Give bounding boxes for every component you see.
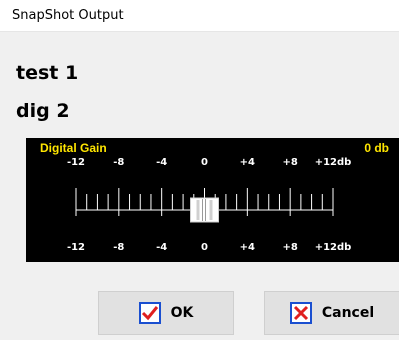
ok-button[interactable]: OK: [98, 291, 234, 335]
gain-slider[interactable]: [190, 197, 219, 223]
scale-label: 0: [201, 242, 208, 253]
check-icon: [138, 302, 161, 324]
cancel-label: Cancel: [321, 305, 375, 321]
scale-label: -4: [156, 157, 167, 168]
scale-label: +8: [282, 157, 297, 168]
window-title: SnapShot Output: [12, 8, 124, 23]
snapshot-label-2: dig 2: [16, 100, 70, 122]
scale-label: +12db: [315, 157, 352, 168]
scale-label: +8: [282, 242, 297, 253]
gain-scale: -12 -8 -4 0 +4 +8 +12db -12 -8 -4 0 +4 +8 +12db: [67, 157, 351, 253]
scale-label: +4: [240, 157, 255, 168]
scale-label: +4: [240, 242, 255, 253]
snapshot-output-window: SnapShot Output test 1 dig 2 Digital Gai…: [0, 0, 399, 340]
snapshot-label-1: test 1: [16, 62, 79, 84]
ok-label: OK: [170, 305, 194, 321]
scale-label: -8: [113, 157, 124, 168]
button-bar: OK Cancel: [0, 275, 399, 340]
scale-labels-top: -12 -8 -4 0 +4 +8 +12db: [67, 157, 351, 168]
scale-label: +12db: [315, 242, 352, 253]
scale-label: 0: [201, 157, 208, 168]
scale-labels-bottom: -12 -8 -4 0 +4 +8 +12db: [67, 242, 351, 253]
title-bar[interactable]: SnapShot Output: [0, 0, 399, 32]
cancel-button[interactable]: Cancel: [264, 291, 399, 335]
scale-label: -12: [67, 242, 85, 253]
digital-gain-panel: Digital Gain 0 db -12 -8 -4 0 +4 +8 +12db -12-…: [26, 138, 399, 262]
x-icon: [289, 302, 312, 324]
scale-label: -8: [113, 242, 124, 253]
scale-label: -4: [156, 242, 167, 253]
scale-label: -12: [67, 157, 85, 168]
